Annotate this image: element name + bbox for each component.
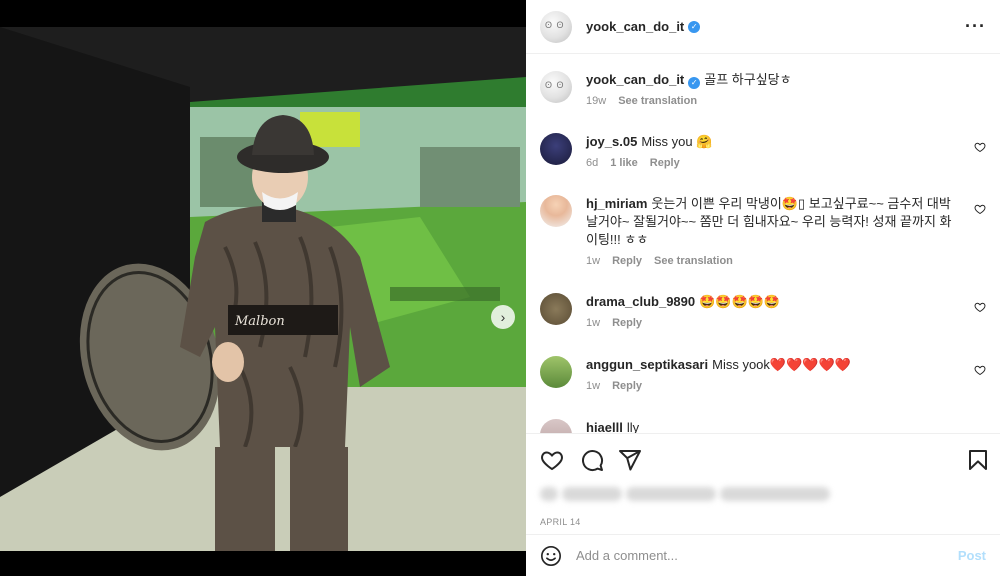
post-media: Malbon › — [0, 0, 526, 576]
chevron-right-icon: › — [500, 309, 506, 325]
comment-username[interactable]: drama_club_9890 — [586, 294, 695, 309]
author-username[interactable]: yook_can_do_it — [586, 19, 684, 34]
comment-like-heart-icon[interactable] — [974, 141, 986, 153]
comment-item: hiaelll lly — [540, 419, 986, 433]
comment-age: 1w — [586, 317, 601, 329]
likes-summary-blurred — [540, 486, 840, 506]
commenter-avatar[interactable] — [540, 133, 572, 165]
comment-item: anggun_septikasari Miss yook❤️❤️❤️❤️❤️ 1w… — [540, 356, 986, 392]
commenter-avatar[interactable] — [540, 356, 572, 388]
share-icon[interactable] — [618, 448, 642, 472]
comment-username[interactable]: anggun_septikasari — [586, 357, 708, 372]
svg-text:Malbon: Malbon — [234, 314, 285, 329]
caption-age: 19w — [586, 95, 607, 107]
post-actions-bar — [526, 433, 1000, 485]
post-date: APRIL 14 — [540, 517, 581, 527]
commenter-avatar[interactable] — [540, 195, 572, 227]
comment-username[interactable]: hj_miriam — [586, 196, 647, 211]
verified-badge-icon: ✓ — [688, 77, 701, 89]
comment-age: 1w — [586, 255, 601, 267]
caption-text: 골프 하구싶당ㅎ — [704, 72, 792, 87]
reply-button[interactable]: Reply — [612, 255, 642, 267]
post-photo[interactable]: Malbon › — [0, 27, 526, 551]
comment-username[interactable]: hiaelll — [586, 420, 623, 433]
comment-like-heart-icon[interactable] — [974, 203, 986, 215]
comment-age: 6d — [586, 157, 599, 169]
caption: yook_can_do_it ✓골프 하구싶당ㅎ 19w See translat… — [540, 71, 986, 107]
comment-text: Miss you 🤗 — [641, 134, 713, 149]
photo-illustration: Malbon — [0, 27, 526, 551]
comment-username[interactable]: joy_s.05 — [586, 134, 637, 149]
commenter-avatar[interactable] — [540, 293, 572, 325]
comment-text: Miss yook❤️❤️❤️❤️❤️ — [712, 357, 851, 372]
caption-meta: 19w See translation — [586, 95, 961, 107]
comment-item: joy_s.05 Miss you 🤗 6d 1 like Reply — [540, 133, 986, 169]
see-translation-link[interactable]: See translation — [654, 255, 733, 267]
comment-input[interactable] — [576, 548, 936, 563]
comment-icon[interactable] — [580, 448, 604, 472]
reply-button[interactable]: Reply — [650, 157, 680, 169]
caption-username[interactable]: yook_can_do_it — [586, 72, 684, 87]
comment-like-heart-icon[interactable] — [974, 301, 986, 313]
comment-likes[interactable]: 1 like — [610, 157, 638, 169]
comment-item: drama_club_9890 🤩🤩🤩🤩🤩 1w Reply — [540, 293, 986, 329]
comment-item: hj_miriam 웃는거 이쁜 우리 막냉이🤩▯ 보고싶구료~~ 금수저 대박날… — [540, 195, 986, 267]
post-comment-button[interactable]: Post — [958, 548, 986, 563]
post-header: yook_can_do_it ✓ ··· — [526, 0, 1000, 54]
comment-age: 1w — [586, 380, 601, 392]
bookmark-icon[interactable] — [966, 448, 990, 472]
comment-like-heart-icon[interactable] — [974, 364, 986, 376]
commenter-avatar[interactable] — [540, 419, 572, 433]
author-avatar[interactable] — [540, 71, 572, 103]
comment-text: 🤩🤩🤩🤩🤩 — [699, 294, 781, 309]
verified-badge-icon: ✓ — [688, 20, 701, 33]
comment-composer: Post — [526, 534, 1000, 576]
next-image-button[interactable]: › — [491, 305, 515, 329]
comments-list[interactable]: yook_can_do_it ✓골프 하구싶당ㅎ 19w See translat… — [526, 55, 1000, 433]
more-options-icon[interactable]: ··· — [965, 16, 986, 37]
reply-button[interactable]: Reply — [612, 317, 642, 329]
emoji-icon[interactable] — [540, 545, 562, 567]
see-translation-link[interactable]: See translation — [618, 95, 697, 107]
reply-button[interactable]: Reply — [612, 380, 642, 392]
comment-text: lly — [626, 420, 640, 433]
post-details-panel: yook_can_do_it ✓ ··· yook_can_do_it✓골프 하… — [526, 0, 1000, 576]
author-avatar[interactable] — [540, 10, 572, 43]
heart-icon[interactable] — [540, 448, 564, 472]
